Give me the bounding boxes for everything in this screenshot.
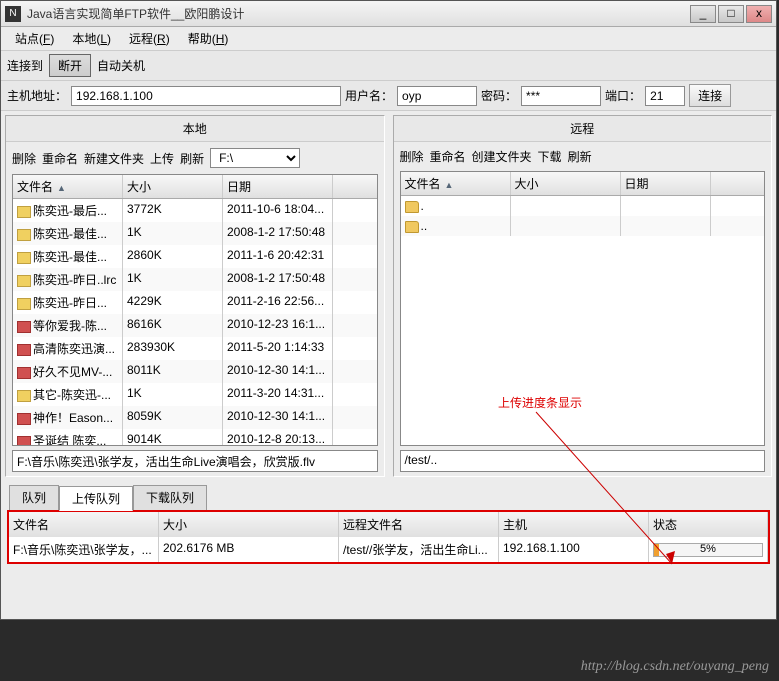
- queue-col-header[interactable]: 远程文件名: [339, 512, 499, 537]
- host-input[interactable]: [71, 86, 341, 106]
- watermark: http://blog.csdn.net/ouyang_peng: [581, 659, 769, 675]
- table-row[interactable]: 其它-陈奕迅-...1K2011-3-20 14:31...: [13, 383, 377, 406]
- app-icon: N: [5, 6, 21, 22]
- disconnect-button[interactable]: 断开: [49, 54, 91, 77]
- queue-col-header[interactable]: 主机: [499, 512, 649, 537]
- col-header[interactable]: 日期: [621, 172, 711, 195]
- tool-下载[interactable]: 下载: [538, 148, 562, 165]
- local-status: F:\音乐\陈奕迅\张学友，活出生命Live演唱会，欣赏版.flv: [12, 450, 378, 472]
- remote-file-table[interactable]: 文件名▲大小日期 ...: [400, 171, 766, 446]
- file-icon: [17, 436, 31, 446]
- tab-下载队列[interactable]: 下载队列: [133, 485, 207, 510]
- file-icon: [405, 201, 419, 213]
- host-label: 主机地址：: [7, 87, 67, 104]
- tool-刷新[interactable]: 刷新: [568, 148, 592, 165]
- queue-remote-name: /test//张学友，活出生命Li...: [339, 537, 499, 562]
- close-button[interactable]: x: [746, 5, 772, 23]
- table-row[interactable]: 陈奕迅-昨日...4229K2011-2-16 22:56...: [13, 291, 377, 314]
- file-icon: [17, 298, 31, 310]
- local-pane-title: 本地: [6, 116, 384, 142]
- minimize-button[interactable]: _: [690, 5, 716, 23]
- col-header[interactable]: 日期: [223, 175, 333, 198]
- tool-删除[interactable]: 删除: [400, 148, 424, 165]
- col-header[interactable]: 大小: [123, 175, 223, 198]
- file-icon: [17, 413, 31, 425]
- remote-pane-title: 远程: [394, 116, 772, 142]
- remote-status: /test/..: [400, 450, 766, 472]
- queue-size: 202.6176 MB: [159, 537, 339, 562]
- table-row[interactable]: 陈奕迅-最后...3772K2011-10-6 18:04...: [13, 199, 377, 222]
- tool-刷新[interactable]: 刷新: [180, 150, 204, 167]
- file-icon: [17, 321, 31, 333]
- col-header[interactable]: 文件名▲: [401, 172, 511, 195]
- table-row[interactable]: 陈奕迅-最佳...1K2008-1-2 17:50:48: [13, 222, 377, 245]
- queue-host: 192.168.1.100: [499, 537, 649, 562]
- file-icon: [17, 206, 31, 218]
- file-icon: [17, 344, 31, 356]
- maximize-button[interactable]: □: [718, 5, 744, 23]
- tool-上传[interactable]: 上传: [150, 150, 174, 167]
- port-input[interactable]: [645, 86, 685, 106]
- user-label: 用户名：: [345, 87, 393, 104]
- table-row[interactable]: 陈奕迅-最佳...2860K2011-1-6 20:42:31: [13, 245, 377, 268]
- table-row[interactable]: 好久不见MV-...8011K2010-12-30 14:1...: [13, 360, 377, 383]
- file-icon: [17, 367, 31, 379]
- queue-col-header[interactable]: 状态: [649, 512, 768, 537]
- file-icon: [17, 275, 31, 287]
- menu-帮助[interactable]: 帮助(H): [182, 28, 235, 49]
- tool-重命名[interactable]: 重命名: [42, 150, 78, 167]
- queue-filename: F:\音乐\陈奕迅\张学友，...: [9, 537, 159, 562]
- table-row[interactable]: ..: [401, 216, 765, 236]
- table-row[interactable]: 陈奕迅-昨日..lrc1K2008-1-2 17:50:48: [13, 268, 377, 291]
- col-header[interactable]: 文件名▲: [13, 175, 123, 198]
- window-title: Java语言实现简单FTP软件__欧阳鹏设计: [27, 5, 690, 22]
- file-icon: [17, 390, 31, 402]
- col-header[interactable]: 大小: [511, 172, 621, 195]
- tool-创建文件夹[interactable]: 创建文件夹: [472, 148, 532, 165]
- autoshutdown-label[interactable]: 自动关机: [97, 57, 145, 74]
- table-row[interactable]: 高清陈奕迅演...283930K2011-5-20 1:14:33: [13, 337, 377, 360]
- menu-本地[interactable]: 本地(L): [66, 28, 117, 49]
- port-label: 端口：: [605, 87, 641, 104]
- table-row[interactable]: .: [401, 196, 765, 216]
- tool-新建文件夹[interactable]: 新建文件夹: [84, 150, 144, 167]
- drive-select[interactable]: F:\: [210, 148, 300, 168]
- menu-远程[interactable]: 远程(R): [123, 28, 176, 49]
- file-icon: [405, 221, 419, 233]
- queue-status: 5%: [649, 537, 768, 562]
- upload-progress-bar: 5%: [653, 543, 763, 557]
- pass-label: 密码：: [481, 87, 517, 104]
- file-icon: [17, 252, 31, 264]
- tab-上传队列[interactable]: 上传队列: [59, 486, 133, 511]
- pass-input[interactable]: [521, 86, 601, 106]
- file-icon: [17, 229, 31, 241]
- table-row[interactable]: 神作！Eason...8059K2010-12-30 14:1...: [13, 406, 377, 429]
- queue-col-header[interactable]: 文件名: [9, 512, 159, 537]
- user-input[interactable]: [397, 86, 477, 106]
- tab-队列[interactable]: 队列: [9, 485, 59, 510]
- tool-删除[interactable]: 删除: [12, 150, 36, 167]
- menu-站点[interactable]: 站点(F): [9, 28, 60, 49]
- local-file-table[interactable]: 文件名▲大小日期 陈奕迅-最后...3772K2011-10-6 18:04..…: [12, 174, 378, 446]
- connect-button[interactable]: 连接: [689, 84, 731, 107]
- queue-col-header[interactable]: 大小: [159, 512, 339, 537]
- connect-to-label: 连接到: [7, 57, 43, 74]
- table-row[interactable]: 圣诞结 陈奕...9014K2010-12-8 20:13...: [13, 429, 377, 446]
- tool-重命名[interactable]: 重命名: [430, 148, 466, 165]
- table-row[interactable]: 等你爱我-陈...8616K2010-12-23 16:1...: [13, 314, 377, 337]
